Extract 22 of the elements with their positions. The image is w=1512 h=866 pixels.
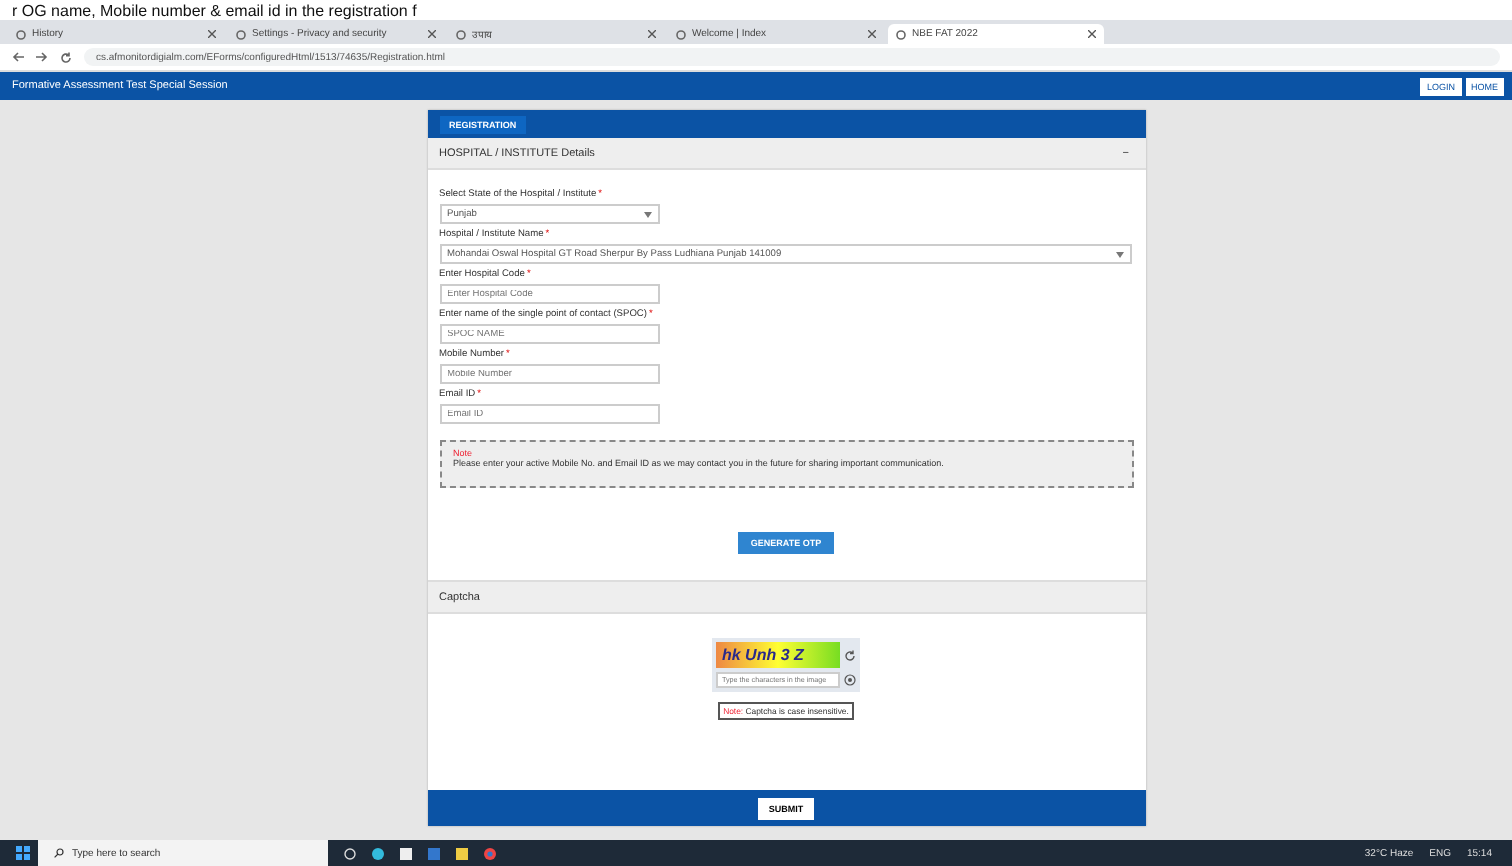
- captcha-image: hk Unh 3 Z: [716, 642, 840, 668]
- audio-icon[interactable]: [844, 674, 856, 686]
- back-icon[interactable]: [12, 52, 24, 62]
- globe-icon: [16, 29, 26, 39]
- dropdown-caret-icon: [643, 211, 651, 217]
- globe-icon: [236, 29, 246, 39]
- close-icon[interactable]: [428, 30, 436, 38]
- windows-icon[interactable]: [16, 846, 30, 860]
- globe-icon: [676, 29, 686, 39]
- dropdown-caret-icon: [1115, 251, 1123, 257]
- close-icon[interactable]: [208, 30, 216, 38]
- close-icon[interactable]: [1088, 30, 1096, 38]
- globe-icon: [456, 29, 466, 39]
- close-icon[interactable]: [868, 30, 876, 38]
- close-icon[interactable]: [648, 30, 656, 38]
- circle-icon[interactable]: [344, 847, 356, 859]
- refresh-icon[interactable]: [844, 649, 856, 661]
- search-icon: [54, 848, 64, 858]
- forward-icon[interactable]: [36, 52, 48, 62]
- reload-icon[interactable]: [60, 51, 72, 63]
- globe-icon: [896, 29, 906, 39]
- caption-text: r OG name, Mobile number & email id in the registration f: [12, 1, 417, 19]
